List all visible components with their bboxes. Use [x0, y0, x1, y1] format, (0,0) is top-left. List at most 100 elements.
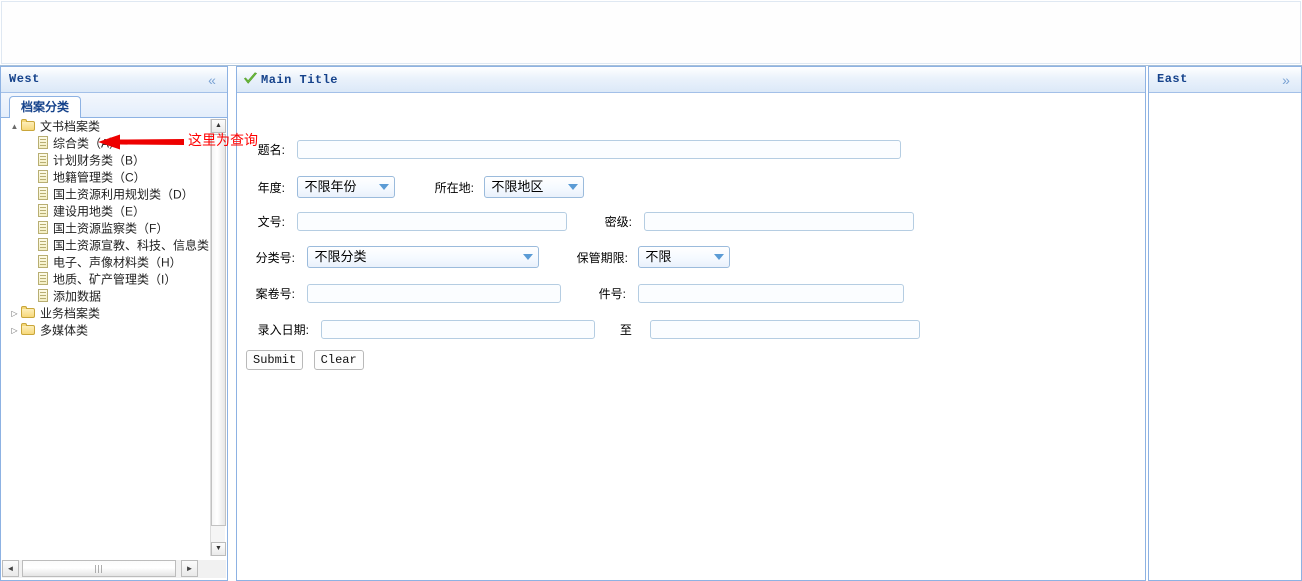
expand-east-icon[interactable]: »	[1277, 71, 1295, 89]
collapse-west-icon[interactable]: «	[203, 71, 221, 89]
select-retention[interactable]: 不限	[638, 246, 731, 268]
form-row-docnum-secrecy: 文号: 密级:	[237, 212, 915, 231]
document-icon	[36, 238, 50, 252]
tree-node-folder[interactable]: ▲ 文书档案类	[2, 118, 211, 135]
select-location[interactable]: 不限地区	[484, 176, 585, 198]
tree-node-doc[interactable]: 计划财务类（B）	[2, 152, 211, 169]
folder-icon	[21, 119, 37, 132]
tree-node-label: 添加数据	[53, 289, 102, 304]
label-entry-date: 录入日期:	[257, 323, 309, 337]
tree-node-doc[interactable]: 添加数据	[2, 288, 211, 305]
select-location-value: 不限地区	[491, 179, 544, 194]
tree-node-doc[interactable]: 地籍管理类（C）	[2, 169, 211, 186]
chevron-down-icon	[523, 254, 534, 260]
label-year: 年度:	[257, 180, 285, 195]
input-file-number[interactable]	[307, 284, 562, 303]
input-entry-date-from[interactable]	[321, 320, 596, 339]
document-icon	[36, 187, 50, 201]
vertical-scrollbar-thumb[interactable]	[211, 134, 226, 526]
input-secrecy[interactable]	[644, 212, 915, 231]
form-row-category-retention: 分类号: 不限分类 保管期限: 不限	[237, 246, 731, 268]
center-panel-title: Main Title	[261, 73, 339, 87]
west-panel: West « 档案分类 ▲ 文书档案类 综合类（A） 计划财务类（B） 地籍管理类…	[0, 66, 228, 581]
tree-node-label: 地籍管理类（C）	[53, 170, 146, 185]
tree-node-label: 国土资源监察类（F）	[53, 221, 169, 236]
tree-node-label: 国土资源宣教、科技、信息类（G）	[53, 238, 211, 253]
tree-node-doc[interactable]: 国土资源利用规划类（D）	[2, 186, 211, 203]
scroll-down-arrow-icon[interactable]: ▼	[211, 542, 226, 556]
document-icon	[36, 153, 50, 167]
center-panel-header: Main Title	[237, 67, 1145, 93]
select-year[interactable]: 不限年份	[297, 176, 396, 198]
tree-node-label: 国土资源利用规划类（D）	[53, 187, 194, 202]
select-year-value: 不限年份	[304, 179, 357, 194]
tree-node-folder[interactable]: ▷ 业务档案类	[2, 305, 211, 322]
tree-node-doc[interactable]: 建设用地类（E）	[2, 203, 211, 220]
classification-tree[interactable]: ▲ 文书档案类 综合类（A） 计划财务类（B） 地籍管理类（C） 国土资源利用规划…	[2, 118, 211, 556]
document-icon	[36, 221, 50, 235]
form-row-entry-date: 录入日期: 至	[237, 320, 921, 339]
tab-strip: 档案分类	[1, 93, 227, 118]
tree-node-label: 地质、矿产管理类（I）	[53, 272, 177, 287]
tree-node-label: 计划财务类（B）	[53, 153, 146, 168]
north-region	[0, 0, 1302, 66]
horizontal-scrollbar-thumb[interactable]	[22, 560, 176, 577]
tree-node-doc[interactable]: 电子、声像材料类（H）	[2, 254, 211, 271]
select-category-value: 不限分类	[314, 249, 367, 264]
input-doc-number[interactable]	[297, 212, 568, 231]
form-row-title-name: 题名:	[237, 140, 902, 159]
expand-arrow-icon[interactable]: ▷	[8, 305, 21, 322]
label-category: 分类号:	[255, 250, 295, 265]
chevron-down-icon	[379, 184, 390, 190]
west-panel-body: 档案分类 ▲ 文书档案类 综合类（A） 计划财务类（B） 地籍管理类（C） 国土资…	[1, 93, 227, 580]
document-icon	[36, 204, 50, 218]
tree-horizontal-scrollbar[interactable]: ◄ ►	[2, 560, 226, 578]
tree-node-doc[interactable]: 地质、矿产管理类（I）	[2, 271, 211, 288]
tree-node-label: 电子、声像材料类（H）	[53, 255, 182, 270]
clear-button[interactable]: Clear	[313, 350, 364, 370]
document-icon	[36, 255, 50, 269]
scroll-right-arrow-icon[interactable]: ►	[181, 560, 198, 577]
select-retention-value: 不限	[645, 249, 672, 264]
label-doc-number: 文号:	[257, 215, 285, 229]
north-region-inner	[1, 1, 1301, 64]
scroll-left-arrow-icon[interactable]: ◄	[2, 560, 19, 577]
tree-node-folder[interactable]: ▷ 多媒体类	[2, 322, 211, 339]
chevron-down-icon	[568, 184, 579, 190]
input-item-number[interactable]	[638, 284, 905, 303]
form-buttons: Submit Clear	[246, 350, 364, 370]
west-panel-title: West	[9, 72, 40, 86]
tree-node-doc[interactable]: 国土资源监察类（F）	[2, 220, 211, 237]
scroll-up-arrow-icon[interactable]: ▲	[211, 119, 226, 133]
input-entry-date-to[interactable]	[650, 320, 921, 339]
form-row-filenum-itemnum: 案卷号: 件号:	[237, 284, 905, 303]
label-title-name: 题名:	[257, 143, 285, 157]
label-retention: 保管期限:	[576, 250, 628, 265]
tree-node-doc[interactable]: 综合类（A）	[2, 135, 211, 152]
select-category[interactable]: 不限分类	[307, 246, 540, 268]
input-title-name[interactable]	[297, 140, 902, 159]
expand-arrow-icon[interactable]: ▲	[8, 118, 21, 135]
scrollbar-grip-icon	[95, 565, 103, 573]
label-file-number: 案卷号:	[255, 287, 295, 301]
east-panel-body	[1149, 93, 1301, 580]
east-panel-title: East	[1157, 72, 1188, 86]
submit-button[interactable]: Submit	[246, 350, 304, 370]
application-window: West « 档案分类 ▲ 文书档案类 综合类（A） 计划财务类（B） 地籍管理类…	[0, 0, 1302, 581]
expand-arrow-icon[interactable]: ▷	[8, 322, 21, 339]
east-panel-header: East »	[1149, 67, 1301, 93]
document-icon	[36, 136, 50, 150]
document-icon	[36, 272, 50, 286]
tree-node-doc[interactable]: 国土资源宣教、科技、信息类（G）	[2, 237, 211, 254]
east-panel: East »	[1148, 66, 1302, 581]
tree-vertical-scrollbar[interactable]: ▲ ▼	[210, 119, 226, 556]
tree-node-label: 文书档案类	[40, 119, 101, 134]
document-icon	[36, 289, 50, 303]
green-check-icon	[243, 72, 258, 84]
tree-node-label: 建设用地类（E）	[53, 204, 146, 219]
west-panel-header: West «	[1, 67, 227, 93]
tab-archive-classification[interactable]: 档案分类	[9, 96, 82, 118]
tree-node-label: 业务档案类	[40, 306, 101, 321]
center-panel-body: 题名: 年度: 不限年份 所在地: 不限地区 文号: 密级: 分类号: 不限分类…	[237, 94, 1145, 580]
tree-node-label: 综合类（A）	[53, 136, 122, 151]
